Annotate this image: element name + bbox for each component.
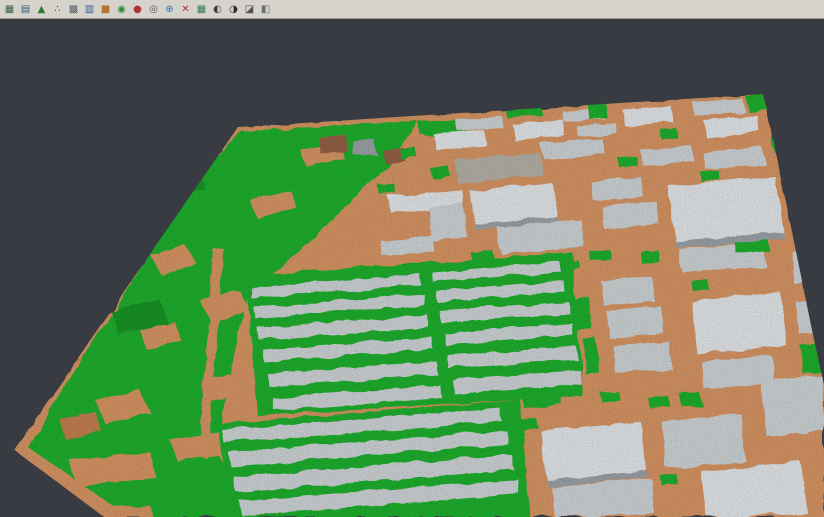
toolbar: ▦▤▲∴▩▥■◉●◎⊕✕▦◐◑◪◧ bbox=[0, 0, 824, 19]
histogram-icon[interactable]: ◪ bbox=[243, 3, 256, 16]
record-icon[interactable]: ● bbox=[131, 3, 144, 16]
camera-icon[interactable]: ◧ bbox=[259, 3, 272, 16]
pointcloud-icon[interactable]: ∴ bbox=[51, 3, 64, 16]
terrain-icon[interactable]: ▲ bbox=[35, 3, 48, 16]
image-layers-icon[interactable]: ▤ bbox=[19, 3, 32, 16]
add-icon[interactable]: ⊕ bbox=[163, 3, 176, 16]
viewport-3d[interactable] bbox=[0, 0, 824, 517]
sphere-icon[interactable]: ◑ bbox=[227, 3, 240, 16]
target-icon[interactable]: ◎ bbox=[147, 3, 160, 16]
grid-view-icon[interactable]: ▦ bbox=[3, 3, 16, 16]
database-icon[interactable]: ▥ bbox=[83, 3, 96, 16]
mesh-icon[interactable]: ▩ bbox=[67, 3, 80, 16]
scene-3d-pointcloud[interactable] bbox=[0, 0, 824, 517]
crate-icon[interactable]: ■ bbox=[99, 3, 112, 16]
refresh-icon[interactable]: ◉ bbox=[115, 3, 128, 16]
globe-icon[interactable]: ◐ bbox=[211, 3, 224, 16]
classification-grid-icon[interactable]: ▦ bbox=[195, 3, 208, 16]
close-icon[interactable]: ✕ bbox=[179, 3, 192, 16]
application-window: ▦▤▲∴▩▥■◉●◎⊕✕▦◐◑◪◧ bbox=[0, 0, 824, 517]
